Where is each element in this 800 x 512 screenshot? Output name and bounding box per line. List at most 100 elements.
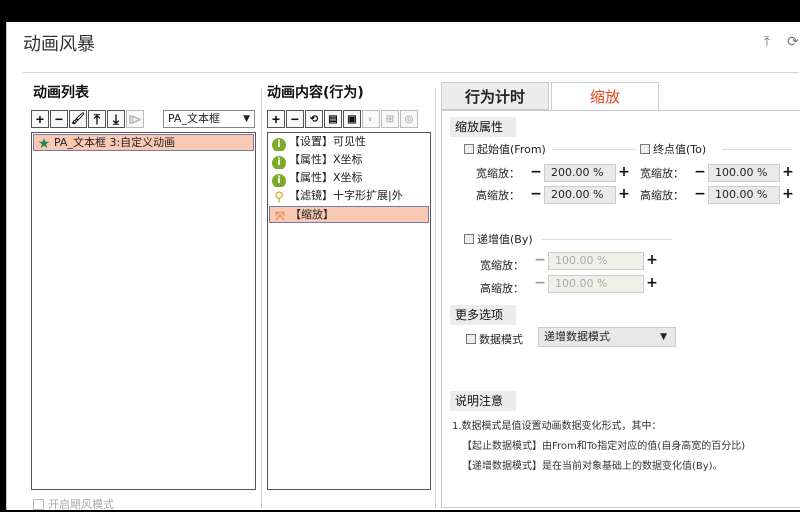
list-item[interactable]: ⤧ 【缩放】 [269, 206, 429, 223]
animation-list-label: 动画列表 [33, 85, 89, 101]
behavior-list[interactable]: i 【设置】可见性 i 【属性】X坐标 i 【属性】X坐标 ⚲ 【滤镜】十字形扩展|外 … [267, 132, 431, 490]
checkbox-box[interactable] [33, 499, 44, 510]
wind-mode-label: 开启飓风模式 [48, 498, 114, 511]
from-label: 起始值(From) [477, 143, 546, 156]
by-group-label: 递增值(By) [464, 231, 533, 247]
refresh-icon[interactable]: ⟳ [785, 34, 800, 50]
minus-button[interactable]: − [692, 164, 708, 182]
behavior-label: 【缩放】 [290, 208, 334, 221]
note-line: 1.数据模式是值设置动画数据变化形式，其中： [452, 421, 662, 432]
minus-button[interactable]: − [532, 252, 548, 270]
behavior-label: 【设置】可见性 [289, 135, 366, 148]
list-item-label: PA_文本框 3:自定义动画 [54, 136, 176, 149]
title-divider [23, 72, 799, 73]
list-item[interactable]: i 【属性】X坐标 [269, 170, 429, 187]
add-behavior-button[interactable]: + [267, 110, 285, 128]
window-title: 动画风暴 [23, 34, 95, 55]
panel-divider [435, 88, 436, 508]
pin-icon[interactable]: ⤒ [759, 34, 775, 50]
minus-button[interactable]: − [532, 275, 548, 293]
tab-timing[interactable]: 行为计时 [441, 82, 549, 110]
mode-icon [466, 334, 476, 344]
list-item[interactable]: ⚲ 【滤镜】十字形扩展|外 [269, 188, 429, 205]
animation-content-toolbar: + − ⟲ ▤ ▣ ◐ ⊞ ◎ [267, 110, 418, 130]
move-top-button[interactable]: ⤒ [88, 110, 106, 128]
to-height-stepper[interactable]: − 100.00 % + [692, 185, 796, 205]
list-item[interactable]: i 【设置】可见性 [269, 134, 429, 151]
plus-button[interactable]: + [616, 164, 632, 182]
by-width-value[interactable]: 100.00 % [548, 252, 644, 270]
shuffle-icon[interactable]: ⟲ [305, 110, 323, 128]
from-width-value[interactable]: 200.00 % [544, 164, 616, 182]
animation-content-label: 动画内容(行为) [267, 85, 364, 101]
data-mode-select[interactable]: 递增数据模式 ▼ [538, 327, 676, 347]
from-height-value[interactable]: 200.00 % [544, 186, 616, 204]
data-mode-label: 数据模式 [479, 333, 523, 346]
plus-button[interactable]: + [780, 164, 796, 182]
star-icon: ★ [37, 136, 51, 151]
group-line [722, 149, 792, 150]
group-icon [464, 234, 474, 244]
data-mode-label-group: 数据模式 [466, 331, 523, 347]
by-width-label: 宽缩放： [480, 259, 524, 272]
note-line: 【起止数据模式】由From和To指定对应的值(自身高宽的百分比) [462, 441, 746, 452]
by-label: 递增值(By) [477, 233, 533, 246]
minus-button[interactable]: − [528, 186, 544, 204]
property-tabs: 行为计时 缩放 [441, 82, 800, 110]
from-height-stepper[interactable]: − 200.00 % + [528, 185, 632, 205]
by-height-label: 高缩放： [480, 282, 524, 295]
minus-button[interactable]: − [692, 186, 708, 204]
to-width-stepper[interactable]: − 100.00 % + [692, 163, 796, 183]
info-icon: i [272, 174, 286, 187]
notes-header: 说明注意 [450, 391, 516, 411]
title-bar: 动画风暴 ⤒ ⟳ [7, 22, 800, 64]
plus-button[interactable]: + [780, 186, 796, 204]
document-icon[interactable]: ▤ [324, 110, 342, 128]
to-height-label: 高缩放： [640, 189, 684, 202]
plus-button[interactable]: + [644, 252, 660, 270]
behavior-label: 【属性】X坐标 [289, 153, 363, 166]
behavior-label: 【属性】X坐标 [289, 171, 363, 184]
by-height-stepper[interactable]: − 100.00 % + [532, 274, 660, 294]
list-item[interactable]: i 【属性】X坐标 [269, 152, 429, 169]
target-select[interactable]: PA_文本框 ▼ [163, 110, 255, 128]
by-width-stepper[interactable]: − 100.00 % + [532, 251, 660, 271]
group-line [552, 149, 636, 150]
to-width-value[interactable]: 100.00 % [708, 164, 780, 182]
add-animation-button[interactable]: + [31, 110, 49, 128]
animation-list-toolbar: + − 🖌 ⤒ ⤓ ⧐ [31, 110, 144, 130]
to-width-label: 宽缩放： [640, 167, 684, 180]
target-select-value: PA_文本框 [168, 112, 220, 125]
camera-icon[interactable]: ◎ [400, 110, 418, 128]
move-bottom-button[interactable]: ⤓ [107, 110, 125, 128]
scale-icon: ⤧ [275, 209, 285, 223]
copy-icon[interactable]: ▣ [343, 110, 361, 128]
plus-button[interactable]: + [616, 186, 632, 204]
chevron-down-icon: ▼ [660, 332, 667, 342]
group-line [542, 239, 672, 240]
remove-animation-button[interactable]: − [50, 110, 68, 128]
chevron-down-icon: ▼ [243, 114, 250, 124]
to-label: 终点值(To) [653, 143, 707, 156]
from-width-label: 宽缩放： [476, 167, 520, 180]
animation-list[interactable]: ★ PA_文本框 3:自定义动画 [31, 132, 256, 490]
tab-scale[interactable]: 缩放 [551, 82, 659, 110]
contrast-icon[interactable]: ◐ [362, 110, 380, 128]
behavior-label: 【滤镜】十字形扩展|外 [289, 189, 403, 202]
from-width-stepper[interactable]: − 200.00 % + [528, 163, 632, 183]
to-height-value[interactable]: 100.00 % [708, 186, 780, 204]
remove-behavior-button[interactable]: − [286, 110, 304, 128]
by-height-value[interactable]: 100.00 % [548, 275, 644, 293]
info-icon: i [272, 138, 286, 151]
group-icon[interactable]: ⊞ [381, 110, 399, 128]
brush-button[interactable]: 🖌 [69, 110, 87, 128]
step-button[interactable]: ⧐ [126, 110, 144, 128]
data-mode-value: 递增数据模式 [544, 330, 610, 343]
plus-button[interactable]: + [644, 275, 660, 293]
scale-props-header: 缩放属性 [450, 117, 516, 137]
list-item[interactable]: ★ PA_文本框 3:自定义动画 [33, 134, 254, 151]
minus-button[interactable]: − [528, 164, 544, 182]
panel-divider [261, 88, 262, 508]
group-icon [464, 144, 474, 154]
search-icon: ⚲ [274, 190, 284, 205]
